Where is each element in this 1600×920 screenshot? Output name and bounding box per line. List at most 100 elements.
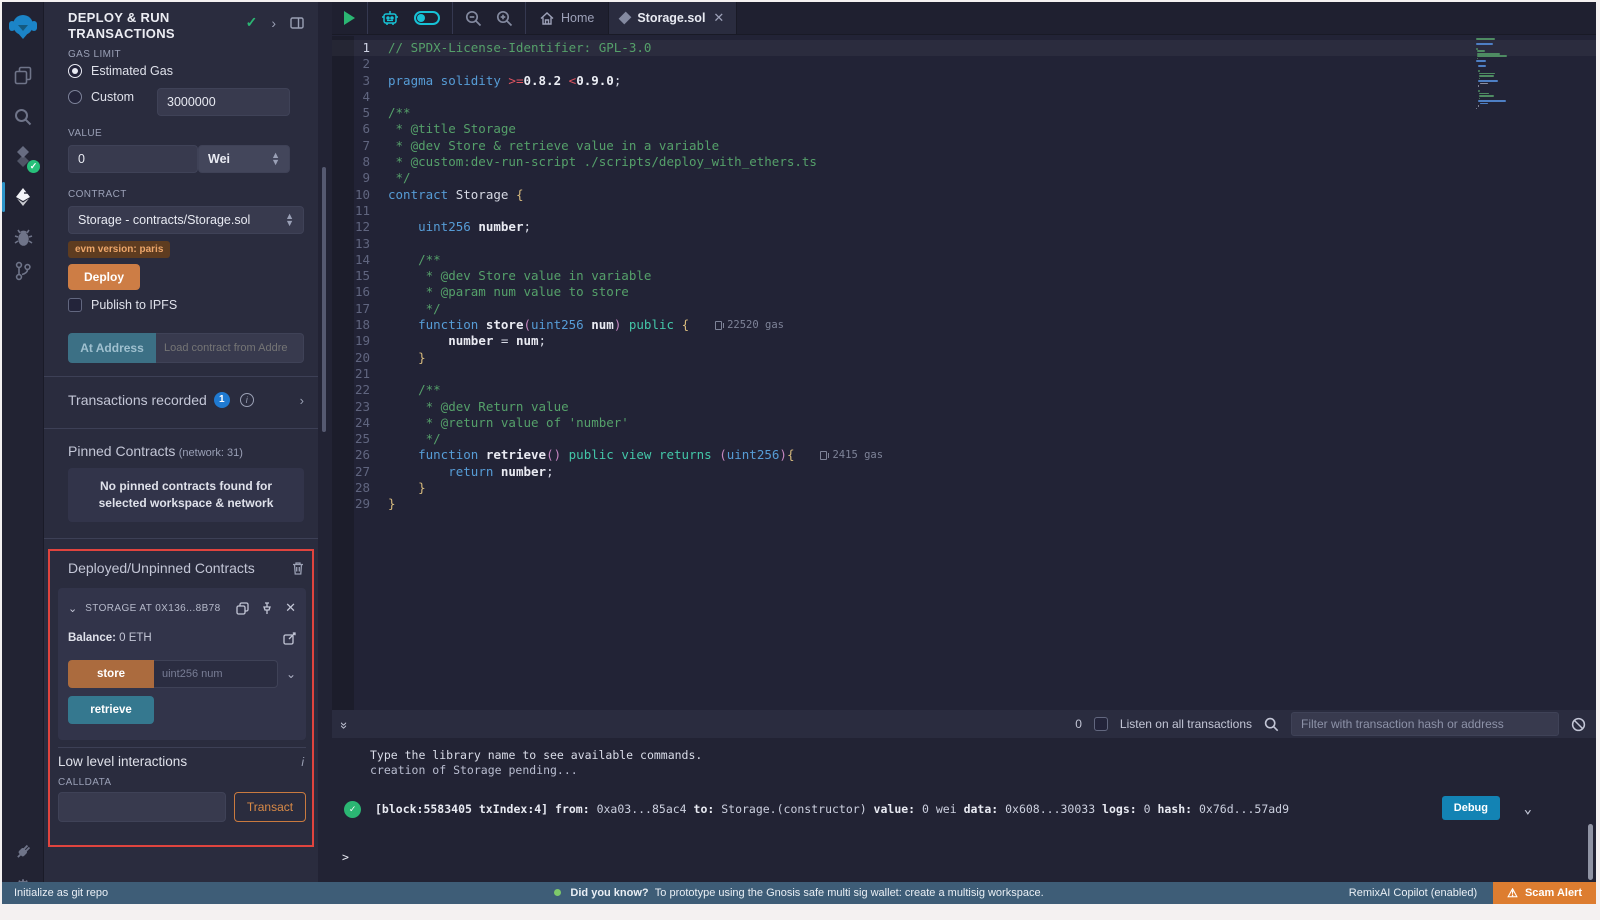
copilot-status[interactable]: RemixAI Copilot (enabled) xyxy=(1349,887,1493,899)
panel-title: DEPLOY & RUN TRANSACTIONS xyxy=(68,10,238,42)
publish-ipfs-row[interactable]: Publish to IPFS xyxy=(68,298,304,312)
balance-text: Balance: 0 ETH xyxy=(68,632,152,645)
custom-gas-input[interactable] xyxy=(157,88,290,116)
tx-expand-chevron-icon[interactable]: ⌄ xyxy=(1524,801,1532,817)
transact-button[interactable]: Transact xyxy=(234,792,306,822)
remix-logo[interactable] xyxy=(2,8,44,46)
git-init-status[interactable]: Initialize as git repo xyxy=(2,887,108,899)
tab-close-icon[interactable]: ✕ xyxy=(713,10,724,26)
contract-select[interactable]: Storage - contracts/Storage.sol ▲▼ xyxy=(68,206,304,234)
scam-alert-button[interactable]: ⚠ Scam Alert xyxy=(1493,882,1596,904)
instance-collapse-chevron-icon[interactable]: ⌄ xyxy=(68,602,77,615)
publish-ipfs-label: Publish to IPFS xyxy=(91,298,177,312)
file-explorer-icon[interactable] xyxy=(2,58,44,92)
at-address-button[interactable]: At Address xyxy=(68,333,156,363)
zoom-out-icon[interactable] xyxy=(465,10,482,27)
code-line: 18 function store(uint256 num) public {2… xyxy=(332,317,1596,333)
search-icon[interactable] xyxy=(2,100,44,134)
stepper-arrows-icon[interactable]: ▲▼ xyxy=(271,152,280,166)
code-line: 7 * @dev Store & retrieve value in a var… xyxy=(332,138,1596,154)
pin-icon[interactable] xyxy=(261,602,273,615)
panel-scrollbar-thumb[interactable] xyxy=(322,167,326,432)
code-line: 12 uint256 number; xyxy=(332,219,1596,235)
stepper-arrows-icon[interactable]: ▲▼ xyxy=(285,213,294,227)
low-level-header: Low level interactions i xyxy=(58,754,304,769)
gas-estimate-badge: 22520 gas xyxy=(715,317,784,333)
at-address-row: At Address xyxy=(68,333,304,363)
code-lines[interactable]: 1// SPDX-License-Identifier: GPL-3.023pr… xyxy=(332,40,1596,513)
transactions-recorded-row[interactable]: Transactions recorded 1 i › xyxy=(68,392,304,408)
contract-label: CONTRACT xyxy=(68,189,304,200)
terminal[interactable]: Type the library name to see available c… xyxy=(332,738,1596,882)
value-input[interactable] xyxy=(68,145,198,173)
divider xyxy=(44,538,318,539)
code-editor[interactable]: 1// SPDX-License-Identifier: GPL-3.023pr… xyxy=(332,36,1596,710)
git-icon[interactable] xyxy=(2,254,44,288)
code-line: 9 */ xyxy=(332,170,1596,186)
minimap[interactable] xyxy=(1476,38,1532,110)
home-tab-label: Home xyxy=(561,11,594,25)
run-script-play-icon[interactable] xyxy=(344,11,355,25)
calldata-input[interactable] xyxy=(58,792,226,822)
code-line: 16 * @param num value to store xyxy=(332,284,1596,300)
copilot-toggle[interactable] xyxy=(414,11,440,25)
store-args-input[interactable] xyxy=(154,660,278,688)
listen-all-checkbox[interactable] xyxy=(1094,717,1108,731)
panel-check-icon: ✓ xyxy=(246,14,258,31)
tx-summary-text: [block:5583405 txIndex:4] from: 0xa03...… xyxy=(375,800,1439,818)
fuel-icon xyxy=(820,451,827,460)
split-view-icon[interactable] xyxy=(290,17,304,29)
zoom-in-icon[interactable] xyxy=(496,10,513,27)
code-line: 17 */ xyxy=(332,301,1596,317)
terminal-scrollbar-thumb[interactable] xyxy=(1588,824,1593,880)
terminal-prompt[interactable]: > xyxy=(342,850,349,864)
divider xyxy=(44,376,318,377)
store-button[interactable]: store xyxy=(68,660,154,688)
code-line: 11 xyxy=(332,203,1596,219)
transaction-log-row[interactable]: ✓ [block:5583405 txIndex:4] from: 0xa03.… xyxy=(344,800,1526,818)
plugin-manager-icon[interactable] xyxy=(2,834,44,868)
code-line: 21 xyxy=(332,366,1596,382)
tip-title: Did you know? xyxy=(570,887,648,899)
deploy-button[interactable]: Deploy xyxy=(68,264,140,290)
debug-button[interactable]: Debug xyxy=(1442,796,1500,820)
balance-value: 0 ETH xyxy=(119,632,152,644)
close-instance-icon[interactable]: ✕ xyxy=(285,600,296,616)
at-address-input[interactable] xyxy=(156,333,304,363)
publish-ipfs-checkbox[interactable] xyxy=(68,298,82,312)
copy-icon[interactable] xyxy=(236,602,249,615)
value-unit-select[interactable]: Wei ▲▼ xyxy=(198,145,290,173)
estimated-gas-radio[interactable]: Estimated Gas xyxy=(68,64,304,78)
tab-storage-sol[interactable]: Storage.sol ✕ xyxy=(608,2,737,34)
expand-args-chevron-icon[interactable]: ⌄ xyxy=(286,667,296,681)
pending-tx-count: 0 xyxy=(1075,717,1082,731)
terminal-filter-input[interactable] xyxy=(1291,712,1559,736)
low-level-title: Low level interactions xyxy=(58,754,187,769)
panel-chevron-right-icon[interactable]: › xyxy=(271,15,276,31)
tab-home[interactable]: Home xyxy=(526,2,608,34)
home-icon xyxy=(540,12,554,25)
edit-icon[interactable] xyxy=(283,632,296,645)
calldata-row: Transact xyxy=(58,792,306,822)
radio-selected[interactable] xyxy=(68,64,82,78)
radio-unselected[interactable] xyxy=(68,90,82,104)
info-icon[interactable]: i xyxy=(240,393,254,407)
debugger-icon[interactable] xyxy=(2,220,44,254)
expand-chevron-icon[interactable]: › xyxy=(300,393,304,408)
contract-selected-option: Storage - contracts/Storage.sol xyxy=(78,213,250,227)
tx-success-check-icon: ✓ xyxy=(344,801,361,818)
trash-icon[interactable] xyxy=(292,561,304,575)
deploy-run-icon[interactable] xyxy=(2,180,44,214)
retrieve-button[interactable]: retrieve xyxy=(68,696,154,724)
ai-assistant-robot-icon[interactable] xyxy=(380,9,400,27)
code-line: 23 * @dev Return value xyxy=(332,399,1596,415)
code-line: 19 number = num; xyxy=(332,333,1596,349)
info-icon[interactable]: i xyxy=(301,755,304,769)
ban-icon[interactable] xyxy=(1571,717,1586,732)
terminal-line: Type the library name to see available c… xyxy=(370,748,702,762)
solidity-compiler-icon[interactable]: ✓ xyxy=(2,140,44,174)
value-unit: Wei xyxy=(208,152,230,166)
collapse-double-chevron-icon[interactable]: » xyxy=(337,721,352,726)
pinned-network-label: (network: 31) xyxy=(179,447,243,459)
status-bar: Initialize as git repo Did you know? To … xyxy=(2,882,1596,904)
